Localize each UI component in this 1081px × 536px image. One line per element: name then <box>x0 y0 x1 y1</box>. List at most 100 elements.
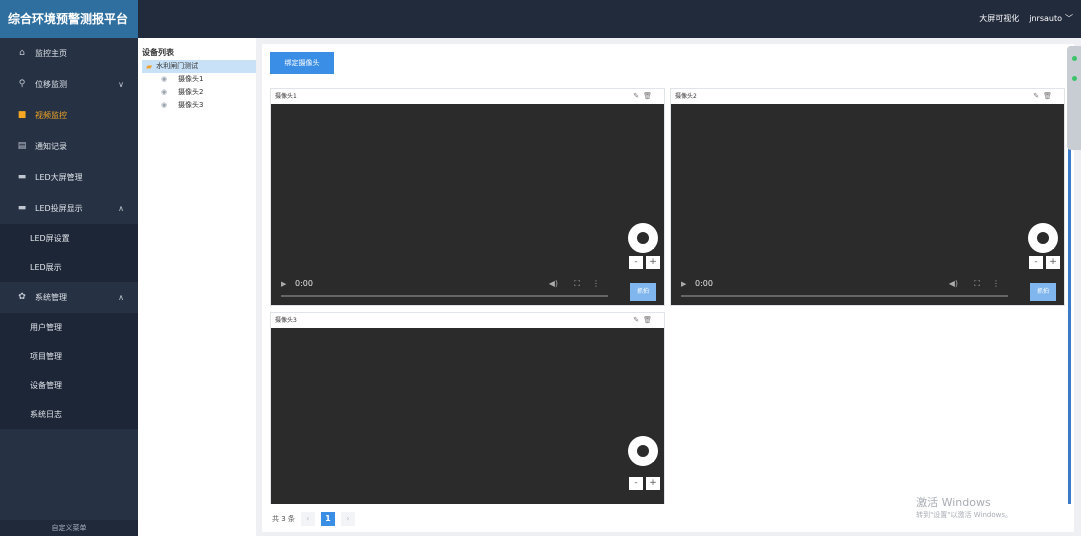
delete-icon[interactable]: 🗑 <box>643 92 656 100</box>
windows-activation-watermark: 激活 Windows 转到"设置"以激活 Windows。 <box>916 494 1012 520</box>
video-icon: ■ <box>17 110 27 120</box>
edit-icon[interactable]: ✎ <box>633 92 643 100</box>
ptz-center <box>637 445 654 462</box>
chevron-down-icon: ∨ <box>118 80 124 89</box>
monitor-icon: ▬ <box>17 203 27 213</box>
panel-header: 摄像头2 ✎🗑 <box>671 89 1064 104</box>
capture-button[interactable]: 抓拍 <box>1030 283 1056 301</box>
ptz-center <box>1037 232 1054 249</box>
custom-menu-button[interactable]: 自定义菜单 <box>0 520 138 536</box>
sidebar-item-label: 视频监控 <box>35 111 67 120</box>
tree-node-camera-3[interactable]: ◉ 摄像头3 <box>138 99 256 112</box>
next-page-button[interactable]: › <box>340 512 355 526</box>
delete-icon[interactable]: 🗑 <box>643 316 656 324</box>
ptz-dot <box>1050 245 1054 249</box>
play-icon[interactable]: ▶ <box>281 280 286 288</box>
zoom-out-button[interactable]: - <box>629 256 643 269</box>
camera-icon: ◉ <box>160 101 168 109</box>
chevron-up-icon: ∧ <box>118 204 124 213</box>
video-player[interactable]: - + ▶ 0:00 ◀) ⛶ ⋮ 抓拍 <box>671 104 1064 305</box>
volume-icon[interactable]: ◀) <box>949 279 958 288</box>
zoom-out-button[interactable]: - <box>629 477 643 490</box>
sidebar-item-displacement[interactable]: ⚲ 位移监测 ∨ <box>0 69 138 100</box>
sidebar-item-home[interactable]: ⌂ 监控主页 <box>0 38 138 69</box>
fullscreen-icon[interactable]: ⛶ <box>574 279 580 289</box>
capture-button[interactable]: 抓拍 <box>630 283 656 301</box>
panel-header: 摄像头1 ✎🗑 <box>271 89 664 104</box>
progress-bar[interactable] <box>281 295 608 297</box>
pagination: 共 3 条 ‹ 1 › <box>272 512 355 526</box>
sidebar-item-label: 监控主页 <box>35 49 67 58</box>
sidebar-item-system[interactable]: ✿ 系统管理 ∧ <box>0 282 138 313</box>
user-menu[interactable]: jnrsauto ﹀ <box>1029 0 1073 38</box>
delete-icon[interactable]: 🗑 <box>1043 92 1056 100</box>
device-tree: 设备列表 ▰ 水利闸门测试 ◉ 摄像头1 ◉ 摄像头2 ◉ 摄像头3 <box>138 38 256 536</box>
panel-tools: ✎🗑 <box>1033 89 1056 104</box>
bind-camera-button[interactable]: 绑定摄像头 <box>270 52 334 74</box>
more-options-icon[interactable]: ⋮ <box>592 279 600 288</box>
sidebar-item-label: 位移监测 <box>35 80 67 89</box>
sidebar: ⌂ 监控主页 ⚲ 位移监测 ∨ ■ 视频监控 ▤ 通知记录 ▬ LED大屏管理 … <box>0 38 138 536</box>
led-submenu: LED屏设置 LED展示 <box>0 224 138 282</box>
play-icon[interactable]: ▶ <box>681 280 686 288</box>
volume-icon[interactable]: ◀) <box>549 279 558 288</box>
sidebar-item-led-manage[interactable]: ▬ LED大屏管理 <box>0 162 138 193</box>
video-player[interactable]: - + <box>271 328 664 504</box>
watermark-sub: 转到"设置"以激活 Windows。 <box>916 511 1012 519</box>
zoom-in-button[interactable]: + <box>646 477 660 490</box>
tree-node-label: 水利闸门测试 <box>156 62 199 70</box>
more-options-icon[interactable]: ⋮ <box>992 279 1000 288</box>
panel-tools: ✎🗑 <box>633 313 656 328</box>
top-right-area: 大屏可视化 jnrsauto ﹀ <box>979 0 1073 38</box>
camera-icon: ◉ <box>160 88 168 96</box>
sidebar-item-users[interactable]: 用户管理 <box>0 313 138 342</box>
fullscreen-icon[interactable]: ⛶ <box>974 279 980 289</box>
sidebar-item-notify[interactable]: ▤ 通知记录 <box>0 131 138 162</box>
video-time: 0:00 <box>695 279 713 288</box>
progress-bar[interactable] <box>681 295 1008 297</box>
total-count: 共 3 条 <box>272 515 295 523</box>
panel-header: 摄像头3 ✎🗑 <box>271 313 664 328</box>
big-screen-link[interactable]: 大屏可视化 <box>979 0 1019 38</box>
video-time: 0:00 <box>295 279 313 288</box>
zoom-in-button[interactable]: + <box>646 256 660 269</box>
edit-icon[interactable]: ✎ <box>633 316 643 324</box>
sidebar-item-label: LED投屏显示 <box>35 204 83 213</box>
ptz-control[interactable] <box>628 436 658 466</box>
sidebar-item-led-show[interactable]: LED展示 <box>0 253 138 282</box>
sidebar-item-led-settings[interactable]: LED屏设置 <box>0 224 138 253</box>
zoom-in-button[interactable]: + <box>1046 256 1060 269</box>
side-rail[interactable] <box>1067 46 1081 150</box>
camera-icon: ◉ <box>160 75 168 83</box>
zoom-out-button[interactable]: - <box>1029 256 1043 269</box>
gear-icon: ✿ <box>18 292 26 302</box>
ptz-center <box>637 232 654 249</box>
zoom-controls: - + <box>629 256 660 269</box>
video-controls: ▶ 0:00 ◀) ⛶ ⋮ <box>671 275 1018 305</box>
edit-icon[interactable]: ✎ <box>1033 92 1043 100</box>
tree-node-camera-1[interactable]: ◉ 摄像头1 <box>138 73 256 86</box>
ptz-control[interactable] <box>1028 223 1058 253</box>
tree-node-label: 摄像头1 <box>178 75 204 83</box>
video-player[interactable]: - + ▶ 0:00 ◀) ⛶ ⋮ 抓拍 <box>271 104 664 305</box>
chevron-down-icon: ﹀ <box>1065 14 1073 23</box>
tree-node-root[interactable]: ▰ 水利闸门测试 <box>142 60 256 73</box>
watermark-title: 激活 Windows <box>916 496 991 509</box>
sidebar-item-led-display[interactable]: ▬ LED投屏显示 ∧ <box>0 193 138 224</box>
page-number[interactable]: 1 <box>320 512 335 526</box>
username: jnrsauto <box>1029 14 1062 23</box>
tree-node-camera-2[interactable]: ◉ 摄像头2 <box>138 86 256 99</box>
ptz-control[interactable] <box>628 223 658 253</box>
sidebar-item-projects[interactable]: 项目管理 <box>0 342 138 371</box>
sidebar-item-logs[interactable]: 系统日志 <box>0 400 138 429</box>
prev-page-button[interactable]: ‹ <box>300 512 315 526</box>
video-controls: ▶ 0:00 ◀) ⛶ ⋮ <box>271 275 618 305</box>
status-dot-icon <box>1072 56 1077 61</box>
ptz-dot <box>650 245 654 249</box>
camera-panel-3: 摄像头3 ✎🗑 - + <box>270 312 665 504</box>
chevron-up-icon: ∧ <box>118 293 124 302</box>
sidebar-item-video[interactable]: ■ 视频监控 <box>0 100 138 131</box>
tree-node-label: 摄像头3 <box>178 101 204 109</box>
panel-title: 摄像头1 <box>275 93 297 100</box>
sidebar-item-devices[interactable]: 设备管理 <box>0 371 138 400</box>
